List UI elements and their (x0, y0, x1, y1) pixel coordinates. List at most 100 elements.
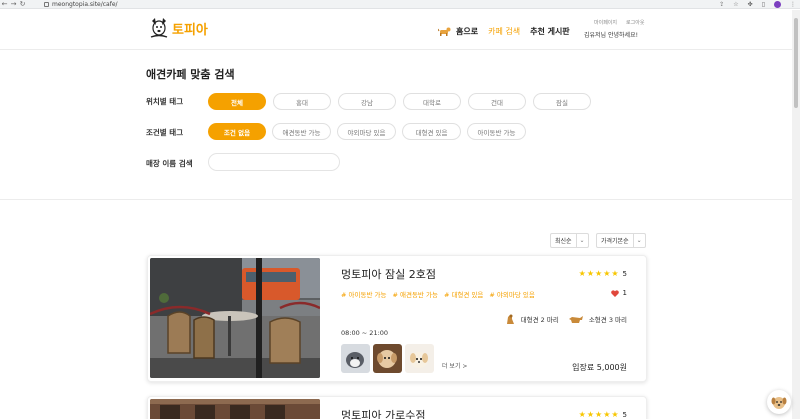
location-tag-hongdae[interactable]: 홍대 (273, 93, 331, 110)
main-nav: 홈으로 카페 검색 추천 게시판 (438, 26, 570, 37)
star-icon: ★ (578, 410, 586, 419)
price-sort-select[interactable]: 가격기본순 ⌄ (596, 233, 646, 248)
cafe-card[interactable]: 멍토피아 잠실 2호점 ★ ★ ★ ★ ★ 5 # 아이동반 가능 # 애견동반… (147, 255, 647, 382)
scrollbar-thumb[interactable] (794, 18, 798, 108)
dog-counts: 대형견 2 마리 소형견 3 마리 (504, 313, 627, 325)
location-tag-gangnam[interactable]: 강남 (338, 93, 396, 110)
cafe-tag: # 야외마당 있음 (489, 291, 535, 299)
logout-link[interactable]: 로그아웃 (626, 19, 644, 26)
extensions-icon[interactable]: ✤ (748, 1, 753, 8)
cafe-photo[interactable] (150, 258, 320, 378)
share-icon[interactable]: ⇪ (719, 1, 724, 8)
site-header: 토피아 홈으로 카페 검색 추천 게시판 마이페이지 로그아웃 김유저님 안녕하… (0, 10, 792, 50)
location-tag-daehakro[interactable]: 대학로 (403, 93, 461, 110)
star-icon: ★ (611, 410, 619, 419)
sort-order-select[interactable]: 최신순 ⌄ (550, 233, 589, 248)
site-logo[interactable]: 토피아 (148, 16, 208, 40)
logo-text[interactable]: 토피아 (172, 19, 208, 38)
star-icon: ★ (586, 269, 595, 278)
profile-avatar[interactable] (774, 1, 781, 8)
browser-toolbar: ← → ↻ meongtopia.site/cafe/ ⇪ ☆ ✤ ▯ ⋮ (0, 0, 800, 9)
large-dog-icon (506, 314, 514, 324)
star-icon: ★ (595, 410, 603, 419)
floating-helper-button[interactable] (767, 390, 791, 414)
reload-icon[interactable]: ↻ (18, 0, 27, 9)
cafe-card[interactable]: 멍토피아 가로수점 ★ ★ ★ ★ ★ 5 (147, 396, 647, 419)
url-text[interactable]: meongtopia.site/cafe/ (52, 1, 118, 8)
dog-thumbnail[interactable] (341, 344, 370, 373)
see-more-link[interactable]: 더 보기 > (442, 361, 467, 370)
large-dog-count: 대형견 2 마리 (520, 316, 559, 324)
forward-icon[interactable]: → (9, 0, 18, 9)
store-name-label: 매장 이름 검색 (146, 159, 193, 168)
location-tag-list: 전체 홍대 강남 대학로 건대 잠실 (208, 93, 591, 110)
cafe-name[interactable]: 멍토피아 가로수점 (341, 407, 425, 419)
page-scrollbar[interactable] (792, 10, 800, 419)
cafe-tag: # 애견동반 가능 (392, 291, 438, 299)
cafe-photo[interactable] (150, 399, 320, 419)
address-bar[interactable]: meongtopia.site/cafe/ (44, 0, 118, 9)
menu-icon[interactable]: ⋮ (790, 1, 796, 8)
dog-thumbnail[interactable] (373, 344, 402, 373)
condition-tag-none[interactable]: 조건 없음 (208, 123, 266, 140)
dog-face-icon (771, 397, 787, 409)
user-links: 마이페이지 로그아웃 (594, 19, 644, 26)
star-icon: ★ (586, 410, 595, 419)
user-greeting: 김유저님 안녕하세요! (584, 32, 638, 39)
store-name-input[interactable] (208, 153, 340, 171)
small-dog-count: 소형견 3 마리 (588, 316, 627, 324)
opening-hours: 08:00 ~ 21:00 (341, 329, 389, 337)
condition-tag-pet-allowed[interactable]: 애견동반 가능 (272, 123, 331, 140)
cafe-tag: # 아이동반 가능 (341, 291, 387, 299)
cafe-name[interactable]: 멍토피아 잠실 2호점 (341, 266, 436, 282)
dog-thumbnail[interactable] (405, 344, 434, 373)
star-icon: ★ (611, 269, 619, 278)
browser-actions: ⇪ ☆ ✤ ▯ ⋮ (719, 0, 796, 9)
location-tag-kondae[interactable]: 건대 (468, 93, 526, 110)
rating: ★ ★ ★ ★ ★ 5 (579, 410, 627, 419)
condition-tag-large-dog[interactable]: 대형견 있음 (402, 123, 461, 140)
like-count-value: 1 (622, 289, 627, 297)
chevron-down-icon: ⌄ (632, 234, 645, 247)
cafe-building-image (150, 399, 320, 419)
location-tag-jamsil[interactable]: 잠실 (533, 93, 591, 110)
nav-home-label[interactable]: 홈으로 (456, 26, 478, 37)
nav-recommend-board[interactable]: 추천 게시판 (530, 26, 570, 37)
husky-puppy-image (341, 344, 370, 373)
condition-tag-kids-allowed[interactable]: 아이동반 가능 (467, 123, 526, 140)
small-dog-icon (568, 316, 583, 323)
white-puppy-image (405, 344, 434, 373)
rating-value: 5 (622, 410, 627, 419)
condition-tag-list: 조건 없음 애견동반 가능 야외마당 있음 대형견 있음 아이동반 가능 (208, 123, 526, 140)
chevron-down-icon: ⌄ (575, 234, 588, 247)
heart-icon[interactable] (610, 289, 619, 297)
dog-thumbnails: 더 보기 > (341, 344, 467, 373)
cafe-tags: # 아이동반 가능 # 애견동반 가능 # 대형견 있음 # 야외마당 있음 (341, 289, 535, 299)
sidebar-icon[interactable]: ▯ (762, 1, 765, 8)
star-icon: ★ (578, 269, 586, 278)
nav-home[interactable]: 홈으로 (438, 26, 478, 37)
rating: ★ ★ ★ ★ ★ 5 (579, 269, 627, 278)
brown-puppy-image (373, 344, 402, 373)
rating-value: 5 (622, 269, 627, 278)
like-count[interactable]: 1 (610, 289, 627, 297)
mypage-link[interactable]: 마이페이지 (594, 19, 617, 26)
star-icon: ★ (595, 269, 603, 278)
cafe-terrace-image (150, 258, 320, 378)
lock-icon (44, 2, 49, 7)
condition-tag-yard[interactable]: 야외마당 있음 (337, 123, 396, 140)
dog-logo-icon (150, 18, 168, 38)
back-icon[interactable]: ← (0, 0, 9, 9)
search-title: 애견카페 맞춤 검색 (146, 68, 235, 81)
condition-filter-label: 조건별 태그 (146, 128, 184, 137)
star-icon: ★ (603, 269, 611, 278)
entrance-fee: 입장료 5,000원 (572, 363, 627, 372)
location-filter-label: 위치별 태그 (146, 97, 184, 106)
dog-icon (438, 27, 451, 36)
location-tag-all[interactable]: 전체 (208, 93, 266, 110)
cafe-tag: # 대형견 있음 (443, 291, 484, 299)
bookmark-star-icon[interactable]: ☆ (733, 1, 738, 8)
nav-cafe-search[interactable]: 카페 검색 (488, 26, 520, 37)
sort-order-value: 최신순 (555, 238, 572, 245)
section-divider (0, 199, 792, 200)
